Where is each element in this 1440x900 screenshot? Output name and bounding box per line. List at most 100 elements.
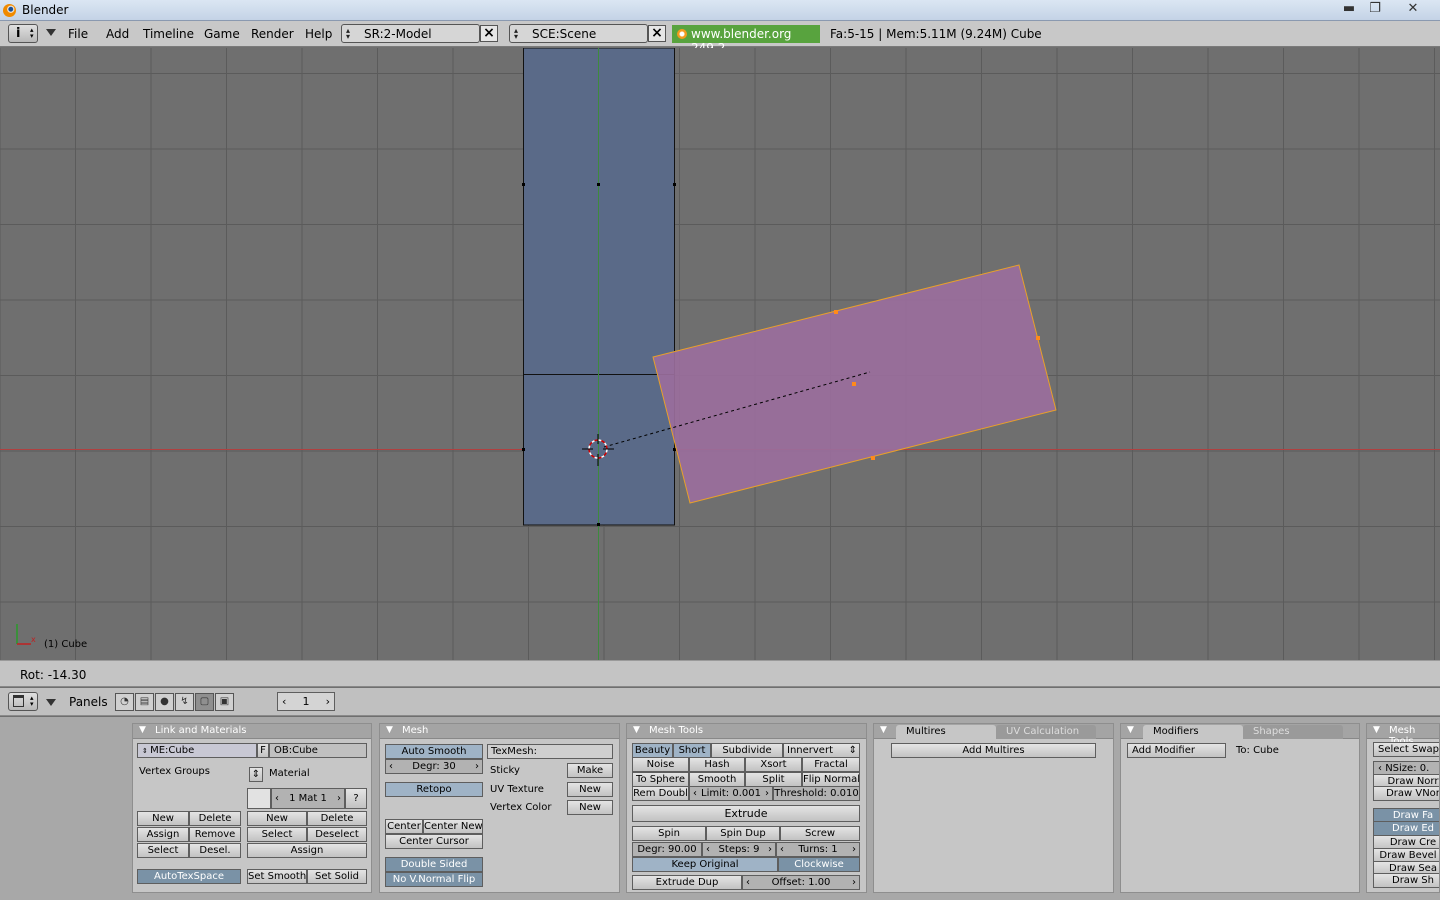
select-swap-button[interactable]: Select Swap	[1373, 742, 1439, 757]
panel-header[interactable]: ▼ Mesh Tools	[627, 724, 866, 739]
material-select-button[interactable]: Select	[247, 827, 307, 842]
collapse-triangle-icon[interactable]: ▼	[880, 725, 887, 735]
material-deselect-button[interactable]: Deselect	[307, 827, 367, 842]
clockwise-toggle[interactable]: Clockwise	[778, 857, 860, 872]
website-link[interactable]: www.blender.org 249.2	[672, 25, 820, 55]
sticky-make-button[interactable]: Make	[567, 763, 613, 778]
material-index-field[interactable]: ‹ 1 Mat 1 ›	[271, 788, 345, 809]
panels-menu[interactable]: Panels	[69, 695, 108, 709]
screw-button[interactable]: Screw	[780, 826, 860, 841]
add-modifier-menu[interactable]: Add Modifier	[1127, 743, 1226, 758]
tab-multires[interactable]: Multires	[896, 725, 996, 739]
extrude-button[interactable]: Extrude	[632, 805, 860, 822]
noise-button[interactable]: Noise	[632, 757, 689, 772]
vertex-group-menu-button[interactable]: ⇕	[249, 767, 263, 782]
material-color-swatch[interactable]	[247, 788, 271, 809]
editing-context-icon[interactable]: ▢	[195, 693, 214, 711]
minimize-button[interactable]: ▬	[1336, 0, 1362, 18]
autotexspace-toggle[interactable]: AutoTexSpace	[137, 869, 241, 884]
beauty-toggle[interactable]: Beauty	[632, 743, 673, 758]
xsort-button[interactable]: Xsort	[745, 757, 802, 772]
auto-smooth-degree-field[interactable]: ‹ Degr: 30 ›	[385, 759, 483, 774]
spin-degree-field[interactable]: Degr: 90.00	[632, 842, 702, 857]
draw-sharp-toggle[interactable]: Draw Sh	[1373, 873, 1439, 888]
smooth-button[interactable]: Smooth	[689, 772, 745, 787]
draw-vnormals-toggle[interactable]: Draw VNor	[1373, 786, 1439, 801]
uv-texture-new-button[interactable]: New	[567, 782, 613, 797]
panel-header[interactable]: ▼ Mesh Tools	[1367, 724, 1439, 747]
steps-field[interactable]: ‹ Steps: 9 ›	[702, 842, 776, 857]
object-name-field[interactable]: OB:Cube	[269, 743, 367, 758]
offset-field[interactable]: ‹ Offset: 1.00 ›	[742, 875, 860, 890]
shading-context-icon[interactable]: ●	[155, 693, 174, 711]
menu-game[interactable]: Game	[204, 27, 240, 41]
menu-file[interactable]: File	[68, 27, 88, 41]
mesh-datablock-field[interactable]: ⇕ ME:Cube	[137, 743, 257, 758]
set-smooth-button[interactable]: Set Smooth	[247, 869, 307, 884]
add-multires-button[interactable]: Add Multires	[891, 743, 1096, 758]
rem-doubles-button[interactable]: Rem Doubl	[632, 786, 689, 801]
collapse-triangle-icon[interactable]: ▼	[1127, 725, 1134, 735]
material-new-button[interactable]: New	[247, 811, 307, 826]
turns-field[interactable]: ‹ Turns: 1 ›	[776, 842, 860, 857]
innervert-menu[interactable]: Innervert ⇕	[783, 743, 860, 758]
center-new-button[interactable]: Center New	[423, 819, 483, 834]
menu-render[interactable]: Render	[251, 27, 294, 41]
vgroup-new-button[interactable]: New	[137, 811, 189, 826]
panel-header[interactable]: ▼ Mesh	[380, 724, 619, 739]
close-button[interactable]: ✕	[1400, 0, 1426, 18]
limit-field[interactable]: ‹ Limit: 0.001 ›	[689, 786, 773, 801]
fake-user-button[interactable]: F	[257, 743, 269, 758]
menu-help[interactable]: Help	[305, 27, 332, 41]
draw-edges-toggle[interactable]: Draw Ed	[1373, 821, 1439, 836]
short-toggle[interactable]: Short	[673, 743, 711, 758]
hash-button[interactable]: Hash	[689, 757, 745, 772]
tab-modifiers[interactable]: Modifiers	[1143, 725, 1243, 739]
subdivide-button[interactable]: Subdivide	[711, 743, 783, 758]
material-delete-button[interactable]: Delete	[307, 811, 367, 826]
script-context-icon[interactable]: ▤	[135, 693, 154, 711]
vgroup-remove-button[interactable]: Remove	[189, 827, 241, 842]
delete-scene-button[interactable]: ×	[648, 25, 666, 42]
extrude-dup-button[interactable]: Extrude Dup	[632, 875, 742, 890]
logic-context-icon[interactable]: ◔	[115, 693, 134, 711]
scene-selector[interactable]: ▴ ▾ SCE:Scene	[509, 24, 648, 43]
keep-original-toggle[interactable]: Keep Original	[632, 857, 778, 872]
vgroup-deselect-button[interactable]: Desel.	[189, 843, 241, 858]
scene-context-icon[interactable]: ▣	[215, 693, 234, 711]
center-button[interactable]: Center	[385, 819, 423, 834]
vgroup-delete-button[interactable]: Delete	[189, 811, 241, 826]
collapse-menu-triangle-icon[interactable]	[46, 29, 56, 36]
panel-header[interactable]: ▼ Link and Materials	[133, 724, 371, 739]
spin-button[interactable]: Spin	[632, 826, 706, 841]
set-solid-button[interactable]: Set Solid	[307, 869, 367, 884]
object-context-icon[interactable]: ↯	[175, 693, 194, 711]
frame-number-field[interactable]: ‹ 1 ›	[277, 692, 335, 711]
retopo-toggle[interactable]: Retopo	[385, 782, 483, 797]
center-cursor-button[interactable]: Center Cursor	[385, 834, 483, 849]
vgroup-select-button[interactable]: Select	[137, 843, 189, 858]
vgroup-assign-button[interactable]: Assign	[137, 827, 189, 842]
spin-dup-button[interactable]: Spin Dup	[706, 826, 780, 841]
tab-shapes[interactable]: Shapes	[1243, 725, 1343, 739]
menu-add[interactable]: Add	[106, 27, 129, 41]
texmesh-field[interactable]: TexMesh:	[487, 744, 613, 759]
threshold-field[interactable]: Threshold: 0.010	[773, 786, 860, 801]
material-assign-button[interactable]: Assign	[247, 843, 367, 858]
to-sphere-button[interactable]: To Sphere	[632, 772, 689, 787]
screen-selector[interactable]: ▴ ▾ SR:2-Model	[341, 24, 480, 43]
material-help-button[interactable]: ?	[345, 788, 367, 809]
vertex-color-new-button[interactable]: New	[567, 800, 613, 815]
tab-uv-calculation[interactable]: UV Calculation	[996, 725, 1096, 739]
auto-smooth-toggle[interactable]: Auto Smooth	[385, 744, 483, 759]
no-vnormal-flip-toggle[interactable]: No V.Normal Flip	[385, 872, 483, 887]
flip-normal-button[interactable]: Flip Normal	[802, 772, 860, 787]
3d-viewport[interactable]: x (1) Cube	[0, 48, 1440, 660]
collapse-menu-triangle-icon[interactable]	[46, 699, 56, 706]
delete-screen-button[interactable]: ×	[480, 25, 498, 42]
menu-timeline[interactable]: Timeline	[143, 27, 194, 41]
double-sided-toggle[interactable]: Double Sided	[385, 857, 483, 872]
editor-type-button[interactable]: ▴ ▾	[8, 692, 38, 711]
editor-type-button[interactable]: i ▴ ▾	[8, 24, 38, 43]
split-button[interactable]: Split	[745, 772, 802, 787]
